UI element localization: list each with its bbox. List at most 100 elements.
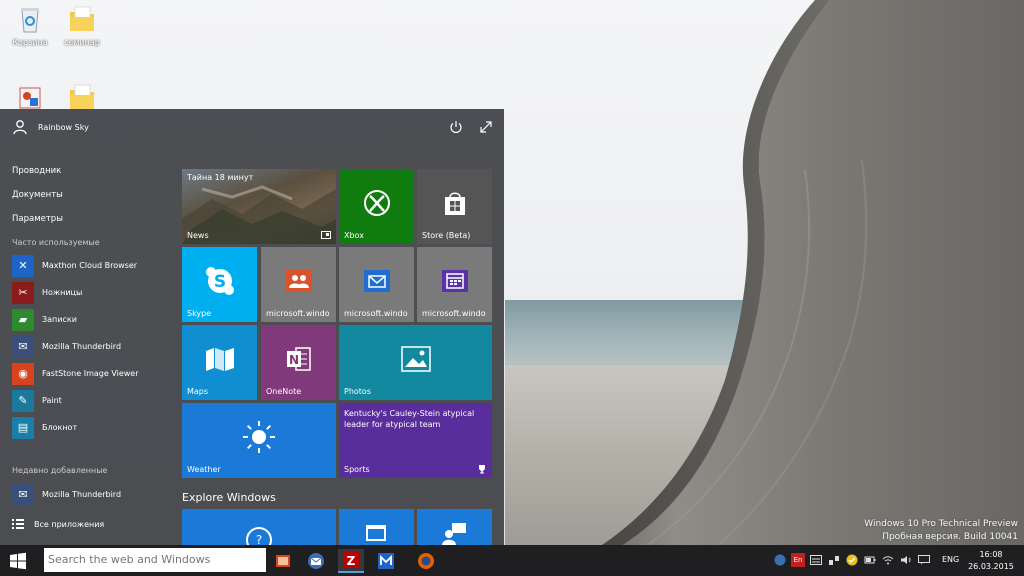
app-faststone[interactable]: ◉ FastStone Image Viewer xyxy=(12,360,172,387)
app-notepad[interactable]: ▤ Блокнот xyxy=(12,414,172,441)
tile-label: Photos xyxy=(344,387,371,396)
desktop-icon-recycle-bin[interactable]: Корзина xyxy=(6,4,54,47)
app-label: Mozilla Thunderbird xyxy=(42,342,122,351)
tile-mail[interactable]: microsoft.windo xyxy=(339,247,414,322)
most-used-list: ✕ Maxthon Cloud Browser ✂ Ножницы ▰ Запи… xyxy=(12,252,172,441)
tile-skype[interactable]: S Skype xyxy=(182,247,257,322)
wifi-icon[interactable] xyxy=(881,553,895,567)
tile-weather[interactable]: Weather xyxy=(182,403,336,478)
tile-label: Store (Beta) xyxy=(422,231,471,240)
list-icon xyxy=(12,519,24,529)
tile-explore-2[interactable] xyxy=(339,509,414,545)
link-settings[interactable]: Параметры xyxy=(12,207,63,231)
language-en-icon[interactable]: En xyxy=(791,553,805,567)
tile-label: OneNote xyxy=(266,387,302,396)
monitor-icon xyxy=(366,525,386,541)
tile-label: Maps xyxy=(187,387,209,396)
tile-onenote[interactable]: N OneNote xyxy=(261,325,336,400)
news-headline: Тайна 18 минут xyxy=(187,173,254,182)
search-input[interactable] xyxy=(44,548,266,572)
network-icon[interactable] xyxy=(827,553,841,567)
help-icon: ? xyxy=(246,527,272,545)
taskbar-app-filezilla[interactable]: Z xyxy=(338,549,364,573)
tile-label: News xyxy=(187,231,209,240)
app-thunderbird-recent[interactable]: ✉ Mozilla Thunderbird xyxy=(12,481,172,508)
app-sticky-notes[interactable]: ▰ Записки xyxy=(12,306,172,333)
user-name: Rainbow Sky xyxy=(38,122,89,132)
notepad-icon: ▤ xyxy=(12,416,34,439)
thunderbird-icon: ✉ xyxy=(12,335,34,358)
app-thunderbird[interactable]: ✉ Mozilla Thunderbird xyxy=(12,333,172,360)
maxthon-icon: ✕ xyxy=(12,254,34,277)
desktop-icon-folder-seminar[interactable]: семинар xyxy=(58,4,106,47)
app-paint[interactable]: ✎ Paint xyxy=(12,387,172,414)
folder-icon xyxy=(70,6,94,31)
tile-label: microsoft.windo xyxy=(266,309,330,318)
app-label: Maxthon Cloud Browser xyxy=(42,261,138,270)
power-icon[interactable] xyxy=(449,120,463,134)
sports-headline: Kentucky's Cauley-Stein atypical leader … xyxy=(344,409,475,429)
thunderbird-icon: ✉ xyxy=(12,483,34,506)
windows-start-icon[interactable] xyxy=(8,551,28,571)
start-links: Проводник Документы Параметры xyxy=(12,159,63,231)
link-documents[interactable]: Документы xyxy=(12,183,63,207)
tile-label: Xbox xyxy=(344,231,364,240)
taskbar-app-thunderbird[interactable] xyxy=(303,549,329,573)
store-bag-icon xyxy=(444,192,465,215)
language-indicator[interactable]: ENG xyxy=(942,555,959,564)
maxthon-icon xyxy=(378,553,394,569)
volume-icon[interactable] xyxy=(899,553,913,567)
app-label: Записки xyxy=(42,315,77,324)
tile-maps[interactable]: Maps xyxy=(182,325,257,400)
recent-list: ✉ Mozilla Thunderbird xyxy=(12,481,172,508)
tile-people[interactable]: microsoft.windo xyxy=(261,247,336,322)
tile-calendar[interactable]: microsoft.windo xyxy=(417,247,492,322)
start-menu: Rainbow Sky Проводник Документы Параметр… xyxy=(0,109,504,545)
photos-icon xyxy=(400,346,431,372)
tile-get-started[interactable]: ? xyxy=(182,509,336,545)
folder-icon xyxy=(70,84,94,109)
desktop-icon-label: Корзина xyxy=(12,38,48,47)
faststone-icon xyxy=(276,555,290,567)
tile-sports[interactable]: Kentucky's Cauley-Stein atypical leader … xyxy=(339,403,492,478)
tile-store[interactable]: Store (Beta) xyxy=(417,169,492,244)
tile-photos[interactable]: Photos xyxy=(339,325,492,400)
user-account[interactable]: Rainbow Sky xyxy=(12,119,89,135)
clock-date: 26.03.2015 xyxy=(968,562,1014,571)
taskbar: Z En xyxy=(0,545,1024,576)
taskbar-app-faststone[interactable] xyxy=(270,549,296,573)
desktop-icon-label: семинар xyxy=(64,38,100,47)
security-shield-icon[interactable] xyxy=(845,553,859,567)
onenote-icon: N xyxy=(286,347,311,371)
app-snipping-tool[interactable]: ✂ Ножницы xyxy=(12,279,172,306)
all-apps-label: Все приложения xyxy=(34,519,105,529)
svg-text:?: ? xyxy=(256,533,262,545)
svg-text:S: S xyxy=(213,272,225,292)
tile-xbox[interactable]: Xbox xyxy=(339,169,414,244)
svg-text:N: N xyxy=(288,353,298,367)
link-explorer[interactable]: Проводник xyxy=(12,159,63,183)
app-shortcut-icon xyxy=(19,87,41,109)
taskbar-app-firefox[interactable] xyxy=(413,549,439,573)
sticky-notes-icon: ▰ xyxy=(12,308,34,331)
clock[interactable]: 16:08 26.03.2015 xyxy=(966,549,1016,573)
scissors-icon: ✂ xyxy=(12,281,34,304)
explore-windows-header: Explore Windows xyxy=(182,491,276,504)
action-center-icon[interactable] xyxy=(917,553,931,567)
tile-explore-3[interactable] xyxy=(417,509,492,545)
taskbar-app-maxthon[interactable] xyxy=(373,549,399,573)
tile-news[interactable]: Тайна 18 минут News xyxy=(182,169,336,244)
maps-icon xyxy=(205,347,234,371)
all-apps-button[interactable]: Все приложения xyxy=(12,519,104,529)
app-maxthon[interactable]: ✕ Maxthon Cloud Browser xyxy=(12,252,172,279)
user-avatar-icon xyxy=(13,120,27,135)
expand-icon[interactable] xyxy=(479,120,493,134)
power-plug-icon[interactable] xyxy=(863,553,877,567)
keyboard-icon[interactable] xyxy=(809,553,823,567)
system-tray: En xyxy=(773,553,931,567)
watermark-line-1: Windows 10 Pro Technical Preview xyxy=(864,519,1018,529)
weather-sun-icon xyxy=(243,420,275,453)
most-used-header: Часто используемые xyxy=(12,238,100,247)
thunderbird-tray-icon[interactable] xyxy=(773,553,787,567)
tile-label: Weather xyxy=(187,465,221,474)
